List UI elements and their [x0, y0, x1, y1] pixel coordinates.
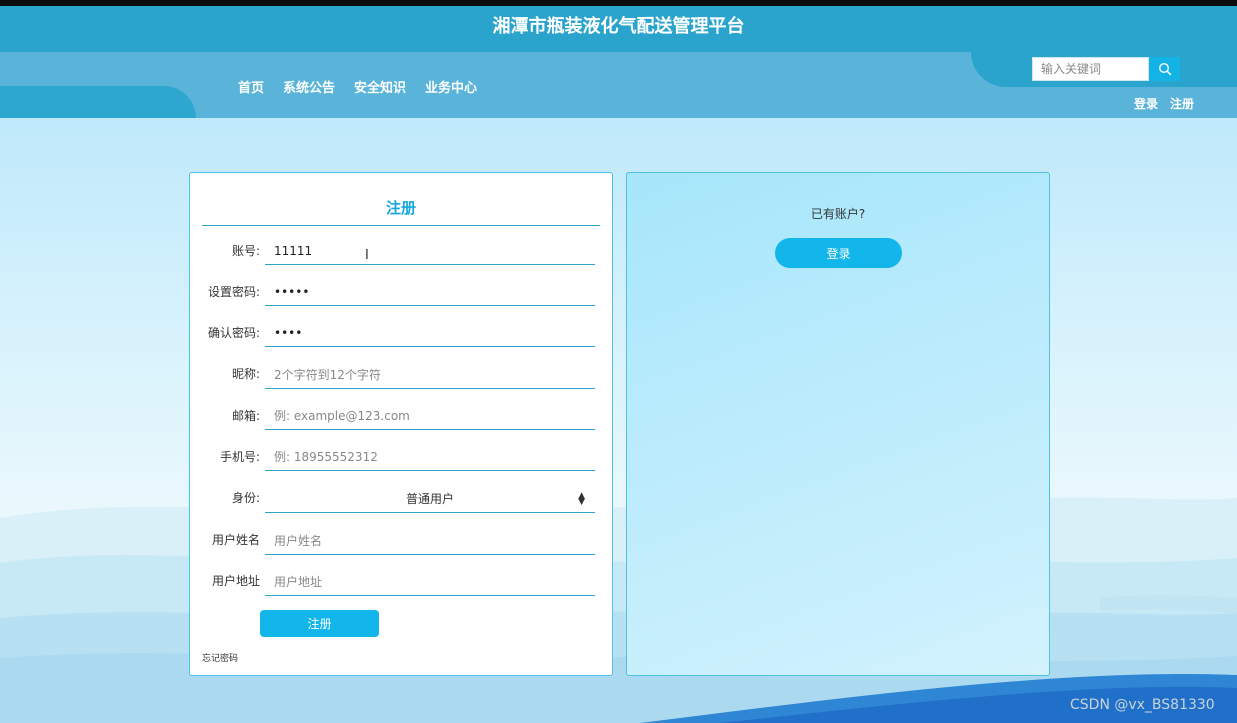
- auth-links: 登录 注册: [1134, 95, 1194, 112]
- forgot-password-link[interactable]: 忘记密码: [202, 651, 238, 664]
- user-name-label: 用户姓名: [211, 533, 260, 547]
- register-title: 注册: [385, 199, 416, 217]
- user-address-input[interactable]: [265, 568, 595, 596]
- background-scenery: [0, 118, 1237, 723]
- search-button[interactable]: [1149, 57, 1180, 81]
- user-address-label: 用户地址: [211, 574, 260, 588]
- user-name-input[interactable]: [265, 527, 595, 555]
- email-input[interactable]: [265, 402, 595, 430]
- email-label: 邮箱:: [231, 409, 260, 423]
- login-button[interactable]: 登录: [775, 238, 902, 268]
- register-panel: 注册 账号: 设置密码: 确认密码: 昵称: 邮箱: 手机号: 身份: 普通用户…: [189, 172, 613, 676]
- nav-item-home[interactable]: 首页: [238, 77, 264, 96]
- watermark: CSDN @vx_BS81330: [1070, 697, 1215, 713]
- password-label: 设置密码:: [207, 285, 260, 299]
- title-divider: [202, 225, 600, 226]
- identity-select[interactable]: 普通用户 ▲ ▼: [265, 485, 595, 513]
- register-submit-button[interactable]: 注册: [260, 610, 379, 637]
- nav-item-announcements[interactable]: 系统公告: [283, 77, 335, 96]
- header-register-link[interactable]: 注册: [1170, 95, 1194, 112]
- confirm-password-input[interactable]: [265, 319, 595, 347]
- nav-item-safety[interactable]: 安全知识: [354, 77, 406, 96]
- phone-label: 手机号:: [219, 450, 260, 464]
- nickname-label: 昵称:: [231, 367, 260, 381]
- nickname-input[interactable]: [265, 361, 595, 389]
- search-icon: [1158, 62, 1171, 76]
- identity-selected-value: 普通用户: [405, 492, 454, 506]
- nav-decoration-left: [0, 86, 196, 118]
- phone-input[interactable]: [265, 443, 595, 471]
- main-nav: 首页 系统公告 安全知识 业务中心: [238, 77, 477, 96]
- header-login-link[interactable]: 登录: [1134, 95, 1158, 112]
- search-input[interactable]: [1032, 57, 1149, 81]
- sort-arrows-icon: ▲ ▼: [578, 491, 585, 507]
- identity-label: 身份:: [231, 491, 260, 505]
- account-label: 账号:: [231, 244, 260, 258]
- mountain-wave-illustration: [0, 497, 1237, 723]
- site-title: 湘潭市瓶装液化气配送管理平台: [492, 16, 745, 37]
- password-input[interactable]: [265, 278, 595, 306]
- text-cursor-icon: I: [365, 248, 369, 263]
- account-input[interactable]: [265, 237, 595, 265]
- login-panel: 已有账户? 登录: [626, 172, 1050, 676]
- has-account-text: 已有账户?: [810, 207, 866, 221]
- nav-item-business[interactable]: 业务中心: [425, 77, 477, 96]
- confirm-password-label: 确认密码:: [207, 326, 260, 340]
